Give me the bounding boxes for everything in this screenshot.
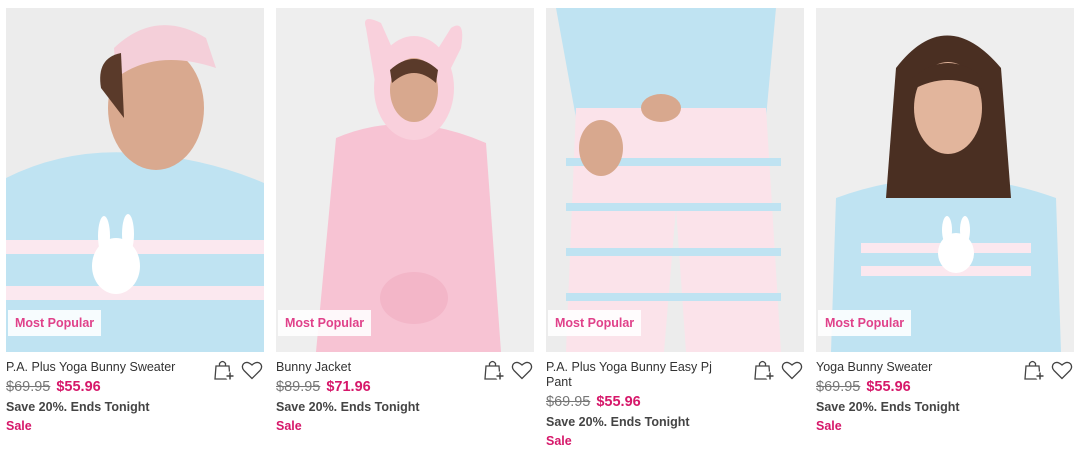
add-to-bag-button[interactable]	[1022, 358, 1046, 382]
product-image[interactable]: Most Popular	[276, 8, 534, 352]
product-image[interactable]: Most Popular	[546, 8, 804, 352]
most-popular-badge: Most Popular	[278, 310, 372, 336]
add-to-bag-button[interactable]	[212, 358, 236, 382]
product-name[interactable]: P.A. Plus Yoga Bunny Easy Pj Pant	[546, 360, 736, 390]
add-to-bag-button[interactable]	[482, 358, 506, 382]
wishlist-button[interactable]	[1050, 358, 1074, 382]
sale-tag: Sale	[546, 434, 572, 448]
product-info: P.A. Plus Yoga Bunny Easy Pj Pant $69.95…	[546, 352, 804, 449]
product-name[interactable]: Yoga Bunny Sweater	[816, 360, 1006, 375]
card-actions	[752, 358, 804, 382]
product-info: P.A. Plus Yoga Bunny Sweater $69.95 $55.9…	[6, 352, 264, 434]
product-name[interactable]: P.A. Plus Yoga Bunny Sweater	[6, 360, 196, 375]
product-card[interactable]: Most Popular P.A. Plus Yoga Bunny Sweate…	[6, 8, 264, 434]
bag-plus-icon	[484, 360, 505, 381]
product-name[interactable]: Bunny Jacket	[276, 360, 466, 375]
product-photo-pant-model	[546, 8, 804, 352]
product-grid: Most Popular P.A. Plus Yoga Bunny Sweate…	[0, 0, 1080, 462]
card-actions	[212, 358, 264, 382]
sale-price: $55.96	[596, 394, 641, 410]
product-card[interactable]: Most Popular Bunny Jacket $89.95 $71.96 S…	[276, 8, 534, 434]
product-card[interactable]: Most Popular P.A. Plus Yoga Bunny Easy P…	[546, 8, 804, 449]
sale-price: $55.96	[56, 379, 101, 395]
product-card[interactable]: Most Popular Yoga Bunny Sweater $69.95 $5…	[816, 8, 1074, 434]
product-image[interactable]: Most Popular	[6, 8, 264, 352]
product-photo-sweater-model	[6, 8, 264, 352]
product-photo-sweater-model	[816, 8, 1074, 352]
card-actions	[482, 358, 534, 382]
original-price: $89.95	[276, 379, 321, 395]
product-photo-jacket-model	[276, 8, 534, 352]
product-info: Yoga Bunny Sweater $69.95 $55.96 Save 20%…	[816, 352, 1074, 434]
promo-text: Save 20%. Ends Tonight	[816, 400, 960, 414]
promo-text: Save 20%. Ends Tonight	[546, 415, 690, 429]
sale-tag: Sale	[816, 419, 842, 433]
heart-icon	[1051, 361, 1073, 380]
promo-text: Save 20%. Ends Tonight	[6, 400, 150, 414]
add-to-bag-button[interactable]	[752, 358, 776, 382]
sale-tag: Sale	[276, 419, 302, 433]
product-info: Bunny Jacket $89.95 $71.96 Save 20%. Ends…	[276, 352, 534, 434]
most-popular-badge: Most Popular	[8, 310, 102, 336]
bag-plus-icon	[1024, 360, 1045, 381]
wishlist-button[interactable]	[240, 358, 264, 382]
original-price: $69.95	[546, 394, 591, 410]
promo-text: Save 20%. Ends Tonight	[276, 400, 420, 414]
wishlist-button[interactable]	[780, 358, 804, 382]
sale-price: $55.96	[866, 379, 911, 395]
product-image[interactable]: Most Popular	[816, 8, 1074, 352]
card-actions	[1022, 358, 1074, 382]
original-price: $69.95	[816, 379, 861, 395]
most-popular-badge: Most Popular	[818, 310, 912, 336]
heart-icon	[241, 361, 263, 380]
sale-tag: Sale	[6, 419, 32, 433]
original-price: $69.95	[6, 379, 51, 395]
heart-icon	[511, 361, 533, 380]
sale-price: $71.96	[326, 379, 371, 395]
bag-plus-icon	[214, 360, 235, 381]
price-row: $69.95 $55.96	[546, 393, 804, 411]
wishlist-button[interactable]	[510, 358, 534, 382]
bag-plus-icon	[754, 360, 775, 381]
heart-icon	[781, 361, 803, 380]
most-popular-badge: Most Popular	[548, 310, 642, 336]
